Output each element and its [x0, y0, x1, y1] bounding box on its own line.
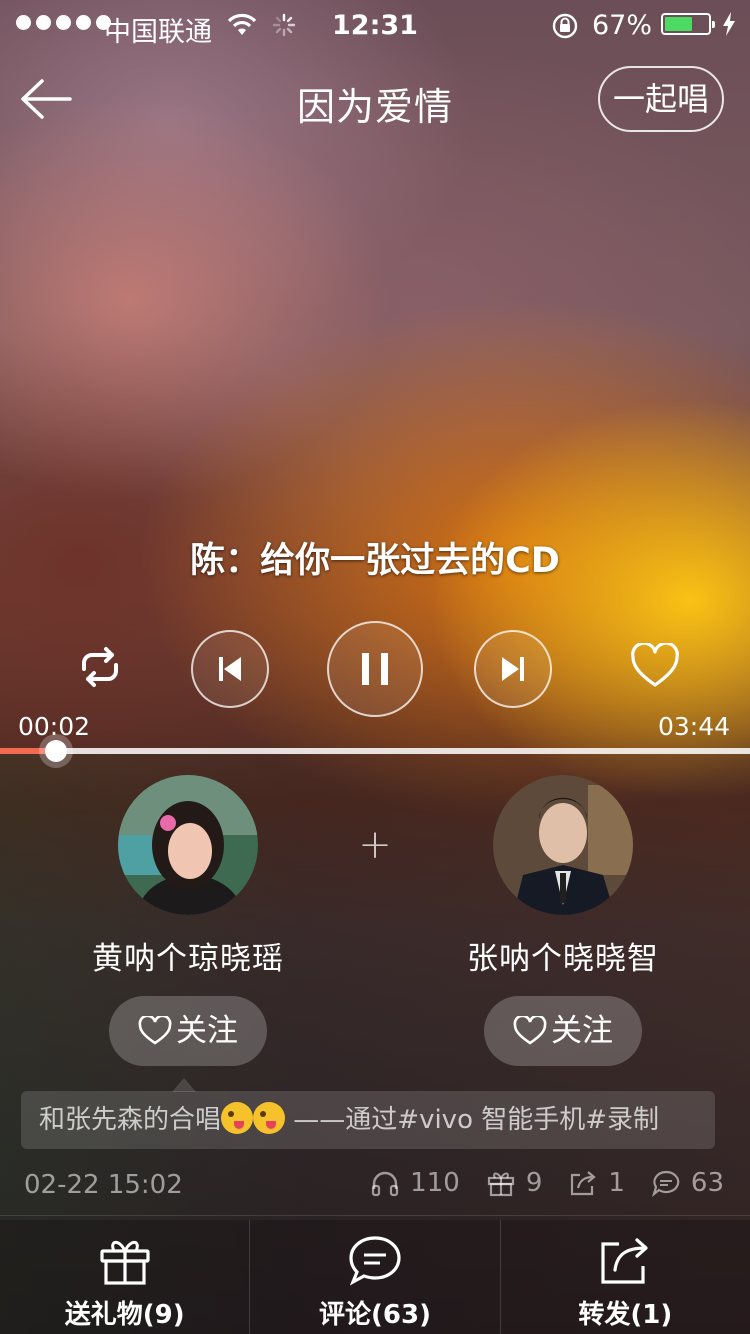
listen-count-value: 110: [410, 1168, 460, 1198]
duet-plus-sign: +: [358, 822, 392, 868]
battery-percent: 67%: [592, 10, 653, 41]
pause-icon: [362, 653, 388, 685]
repeat-icon[interactable]: [74, 643, 126, 691]
share-count: 1: [568, 1168, 625, 1198]
current-lyric: 陈：给你一张过去的CD: [190, 541, 560, 581]
divider: [0, 1215, 750, 1216]
comment-tab[interactable]: 评论(63): [249, 1220, 499, 1334]
follow-button[interactable]: 关注: [484, 996, 642, 1066]
singer-name: 张呐个晓晓智: [467, 941, 659, 977]
comment-count-value: 63: [690, 1168, 724, 1198]
sing-together-button[interactable]: 一起唱: [598, 66, 724, 132]
share-count-value: 1: [608, 1168, 625, 1198]
status-bar: 中国联通 12:31 67%: [0, 0, 750, 50]
avatar[interactable]: [493, 775, 633, 915]
gift-icon: [487, 1172, 514, 1197]
singer-card: 张呐个晓晓智 关注: [433, 775, 693, 1066]
song-description: 和张先森的合唱 ——通过#vivo 智能手机#录制: [21, 1091, 715, 1149]
skip-forward-icon: [502, 657, 524, 681]
stats-row: 110 9 1 63: [370, 1168, 724, 1198]
skip-back-icon: [219, 657, 241, 681]
share-label: 转发(1): [578, 1300, 673, 1330]
pause-button[interactable]: [327, 621, 423, 717]
gift-icon: [100, 1240, 150, 1285]
heart-icon: [513, 1016, 547, 1045]
progress-bar[interactable]: [0, 740, 750, 762]
comment-icon: [349, 1236, 401, 1286]
listen-count: 110: [370, 1168, 460, 1198]
send-gift-label: 送礼物(9): [64, 1300, 185, 1330]
tongue-out-emoji-icon: [253, 1102, 286, 1134]
heart-icon: [138, 1016, 172, 1045]
tongue-out-emoji-icon: [221, 1102, 254, 1134]
headphones-icon: [372, 1171, 399, 1197]
share-icon: [601, 1238, 648, 1284]
rotation-lock-icon: [552, 13, 578, 39]
caption-pointer: [172, 1078, 196, 1092]
charging-bolt-icon: [723, 12, 735, 36]
avatar[interactable]: [118, 775, 258, 915]
bottom-action-bar: 送礼物(9) 评论(63) 转发(1): [0, 1220, 750, 1334]
total-time: 03:44: [657, 712, 730, 741]
comment-count: 63: [651, 1168, 724, 1198]
previous-button[interactable]: [191, 630, 269, 708]
follow-button[interactable]: 关注: [109, 996, 267, 1066]
description-text: 和张先森的合唱: [39, 1105, 222, 1135]
singer-card: 黄呐个琼晓瑶 关注: [58, 775, 318, 1066]
publish-date: 02-22 15:02: [24, 1170, 183, 1200]
follow-label: 关注: [176, 1013, 238, 1049]
gift-count: 9: [486, 1168, 543, 1198]
next-button[interactable]: [474, 630, 552, 708]
gift-count-value: 9: [525, 1168, 543, 1198]
heart-icon[interactable]: [630, 643, 680, 689]
singer-name: 黄呐个琼晓瑶: [92, 941, 284, 977]
battery-icon: [661, 13, 715, 35]
description-source: ——通过#vivo 智能手机#录制: [285, 1105, 660, 1135]
share-icon: [571, 1171, 597, 1196]
comment-label: 评论(63): [319, 1300, 431, 1330]
share-tab[interactable]: 转发(1): [499, 1220, 750, 1334]
elapsed-time: 00:02: [18, 712, 91, 741]
send-gift-tab[interactable]: 送礼物(9): [0, 1220, 249, 1334]
follow-label: 关注: [551, 1013, 613, 1049]
comment-icon: [651, 1170, 680, 1197]
